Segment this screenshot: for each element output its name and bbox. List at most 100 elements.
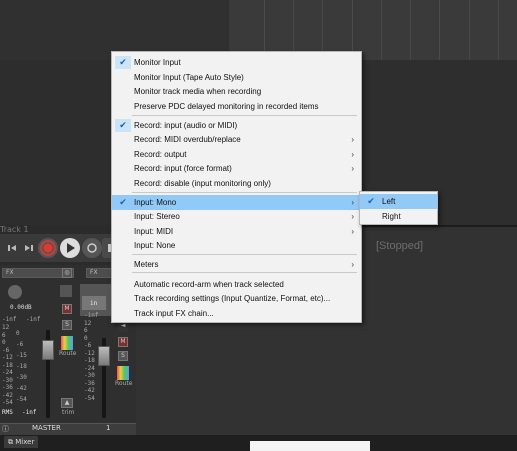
meter-scale-tick: -15	[16, 352, 27, 359]
checkmark-icon: ✔	[119, 57, 127, 67]
mixer-tab[interactable]: ⧉ Mixer	[4, 436, 39, 448]
menu-item-label: Input: None	[134, 241, 176, 250]
fx-label: FX	[6, 269, 14, 276]
menu-item-label: Input: Stereo	[134, 212, 180, 221]
mixer-tab-label: Mixer	[15, 438, 35, 446]
menu-item-label: Preserve PDC delayed monitoring in recor…	[134, 101, 319, 111]
track-speaker-icon[interactable]: ◄	[118, 322, 128, 332]
menu-item-input-none[interactable]: Input: None	[112, 238, 361, 253]
trim-label: trim	[62, 409, 75, 416]
menu-item-label: Track recording settings (Input Quantize…	[134, 294, 331, 303]
solo-label: S	[65, 321, 69, 328]
meter-scale-tick: -18	[16, 363, 27, 370]
master-pan-knob[interactable]	[8, 285, 22, 299]
menu-item-record-input-force-format[interactable]: Record: input (force format) ›	[112, 161, 361, 176]
menu-item-input-stereo[interactable]: Input: Stereo ›	[112, 209, 361, 224]
go-to-end-button[interactable]	[19, 238, 39, 258]
meter-scale-tick: 0	[84, 334, 88, 342]
master-fx-bypass-icon[interactable]: ◎	[62, 268, 72, 278]
submenu-item-right[interactable]: Right	[360, 209, 437, 224]
meter-scale-tick: 0	[2, 339, 6, 346]
chevron-right-icon: ›	[351, 149, 354, 159]
meter-scale-tick: -54	[2, 399, 13, 406]
menu-item-monitor-input[interactable]: ✔ Monitor Input	[112, 55, 361, 70]
submenu-item-left[interactable]: ✔ Left	[360, 194, 437, 209]
menu-item-record-input-audio-or-midi[interactable]: ✔ Record: input (audio or MIDI)	[112, 118, 361, 133]
menu-item-track-recording-settings-input-quantize-format-etc[interactable]: Track recording settings (Input Quantize…	[112, 291, 361, 306]
checkmark-icon: ✔	[367, 196, 375, 206]
menu-item-label: Monitor Input (Tape Auto Style)	[134, 72, 244, 82]
menu-item-input-midi[interactable]: Input: MIDI ›	[112, 224, 361, 239]
input-mono-submenu: ✔ Left Right	[359, 191, 438, 225]
menu-item-label: Record: MIDI overdub/replace	[134, 135, 241, 144]
chevron-right-icon: ›	[351, 197, 354, 207]
menu-separator	[132, 253, 357, 255]
menu-item-input-mono[interactable]: ✔ Input: Mono ›	[112, 194, 361, 210]
menu-item-preserve-pdc-delayed-monitoring-in-recorded-items[interactable]: Preserve PDC delayed monitoring in recor…	[112, 99, 361, 114]
meter-scale-tick: -30	[84, 372, 95, 379]
record-button[interactable]	[38, 238, 58, 258]
menu-item-label: Meters	[134, 260, 159, 269]
meter-scale-tick: -30	[16, 374, 27, 381]
master-label: MASTER	[32, 424, 61, 432]
submenu-item-label: Right	[382, 212, 401, 221]
route-label: Route	[59, 350, 77, 357]
menu-item-label: Track input FX chain...	[134, 308, 214, 318]
menu-item-label: Monitor track media when recording	[134, 87, 262, 96]
chevron-right-icon: ›	[351, 212, 354, 221]
chevron-right-icon: ›	[351, 135, 354, 144]
menu-item-label: Record: output	[134, 149, 187, 159]
go-to-start-icon	[8, 245, 16, 251]
track-mute-button[interactable]: M	[118, 337, 128, 347]
repeat-button[interactable]	[82, 238, 102, 258]
mixer-footer	[0, 423, 136, 435]
menu-item-meters[interactable]: Meters ›	[112, 257, 361, 272]
meter-scale-tick: -54	[16, 396, 27, 403]
master-icon: ⓘ	[2, 425, 9, 433]
menu-item-record-midi-overdub-replace[interactable]: Record: MIDI overdub/replace ›	[112, 132, 361, 147]
master-solo-button[interactable]: S	[62, 320, 72, 330]
master-volume-readout: 0.00dB	[10, 304, 32, 311]
chevron-right-icon: ›	[351, 164, 354, 173]
chevron-right-icon: ›	[351, 226, 354, 236]
meter-scale-tick: 12	[84, 319, 92, 327]
checkmark-icon: ✔	[119, 196, 127, 207]
menu-item-monitor-track-media-when-recording[interactable]: Monitor track media when recording	[112, 84, 361, 99]
submenu-item-label: Left	[382, 197, 396, 206]
master-route-icon[interactable]	[60, 285, 72, 297]
transport-status: [Stopped]	[376, 240, 424, 252]
menu-separator	[132, 114, 357, 116]
menu-item-record-output[interactable]: Record: output ›	[112, 147, 361, 162]
chevron-right-icon: ›	[351, 260, 354, 269]
taskbar-fragment	[250, 441, 370, 451]
meter-scale-tick: -inf	[84, 312, 99, 319]
meter-scale-tick: 0	[16, 330, 20, 337]
menu-item-label: Record: input (audio or MIDI)	[134, 120, 238, 130]
menu-item-automatic-record-arm-when-track-selected[interactable]: Automatic record-arm when track selected	[112, 277, 361, 292]
meter-scale-tick: -36	[2, 384, 13, 391]
meter-scale-tick: 6	[84, 327, 88, 334]
menu-item-track-input-fx-chain[interactable]: Track input FX chain...	[112, 306, 361, 321]
trim-icon[interactable]: ▲	[61, 398, 73, 408]
mute-label: M	[64, 305, 70, 312]
menu-item-record-disable-input-monitoring-only[interactable]: Record: disable (input monitoring only)	[112, 176, 361, 191]
menu-item-label: Record: disable (input monitoring only)	[134, 178, 271, 188]
track-route-button[interactable]	[117, 366, 129, 380]
meter-scale-tick: -36	[84, 379, 95, 387]
master-route-button[interactable]	[61, 336, 73, 350]
go-to-end-icon	[25, 245, 33, 251]
play-button[interactable]	[60, 238, 80, 258]
play-icon	[67, 243, 75, 253]
rms-value: -inf	[22, 409, 37, 416]
meter-scale-tick: 12	[2, 324, 10, 331]
checkmark-icon: ✔	[119, 119, 127, 130]
menu-item-monitor-input-tape-auto-style[interactable]: Monitor Input (Tape Auto Style)	[112, 70, 361, 85]
master-fader[interactable]	[42, 340, 54, 360]
master-mute-button[interactable]: M	[62, 304, 72, 314]
track-solo-button[interactable]: S	[118, 351, 128, 361]
meter-scale-tick: -18	[2, 361, 13, 369]
meter-scale-tick: -42	[2, 391, 13, 399]
meter-scale-tick: -6	[84, 342, 92, 349]
meter-scale-tick: -18	[84, 357, 95, 364]
track-fader[interactable]	[98, 346, 110, 366]
